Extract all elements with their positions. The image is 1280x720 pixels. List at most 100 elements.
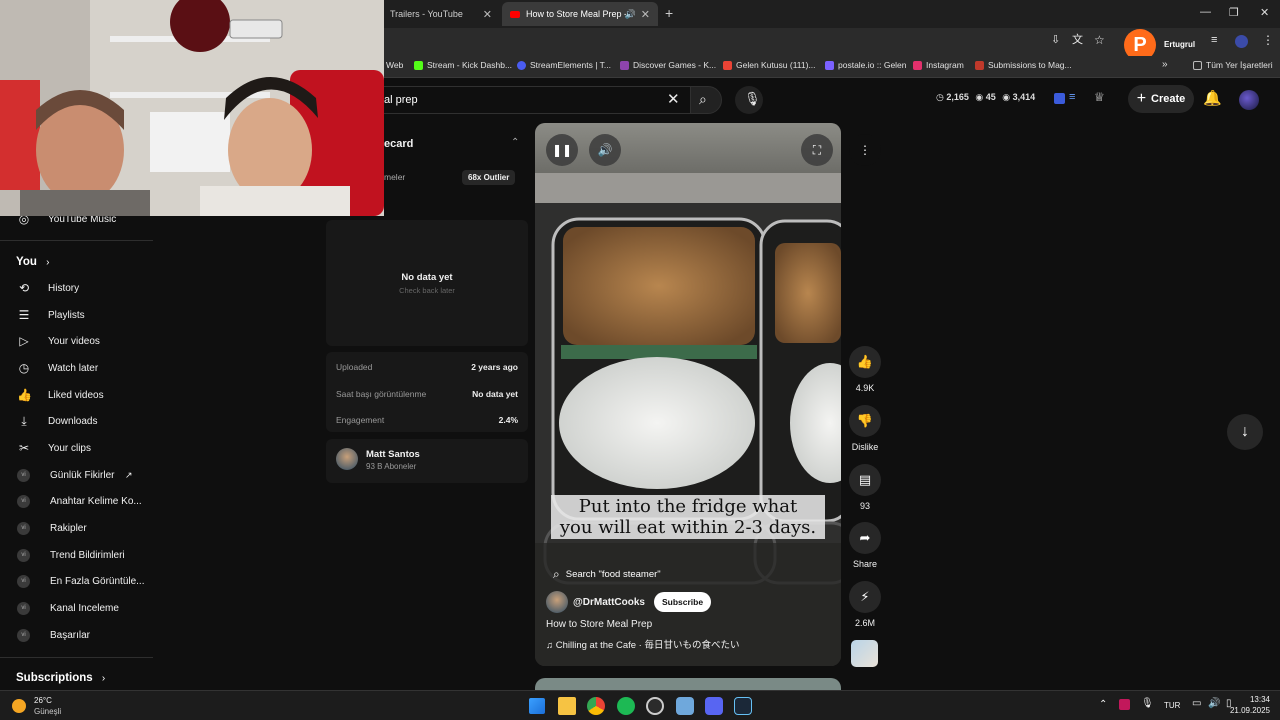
video-title[interactable]: How to Store Meal Prep xyxy=(546,619,652,630)
share-icon: ➦ xyxy=(849,522,881,554)
microphone-tray-icon[interactable]: 🎙 xyxy=(1141,698,1154,709)
windows-start-icon[interactable] xyxy=(529,698,545,714)
search-suggestion[interactable]: ⌕ Search "food steamer" xyxy=(553,567,661,582)
bookmark-gmail[interactable]: Gelen Kutusu (111)... xyxy=(723,60,816,70)
extension-tool-icon: vi xyxy=(17,468,30,482)
clock[interactable]: 13:34 21.09.2025 xyxy=(1226,694,1270,716)
no-data-card: No data yet Check back later xyxy=(326,220,528,346)
collapse-chevron-icon[interactable]: ⌃ xyxy=(511,137,519,148)
clear-search-icon[interactable]: ✕ xyxy=(667,92,680,107)
close-tab-icon[interactable]: ✕ xyxy=(483,8,492,21)
dislike-action[interactable]: 👎 Dislike xyxy=(848,405,882,452)
pause-button[interactable]: ❚❚ xyxy=(546,134,578,166)
media-control-icon[interactable]: ≡ xyxy=(1211,35,1217,46)
sidebar-item-your-videos[interactable]: ▷ Your videos xyxy=(0,328,156,354)
sidebar-item-kanal-inceleme[interactable]: vi Kanal Inceleme xyxy=(0,595,156,621)
bookmark-kick[interactable]: Stream - Kick Dashb... xyxy=(414,60,512,70)
bookmark-kick-games[interactable]: Discover Games - K... xyxy=(620,60,716,70)
your-videos-icon: ▷ xyxy=(19,334,29,348)
channel-card[interactable]: Matt Santos 93 B Aboneler xyxy=(326,439,528,483)
comments-action[interactable]: ▤ 93 xyxy=(848,464,882,511)
spotify-icon[interactable] xyxy=(617,697,635,715)
bookmark-postale[interactable]: postale.io :: Gelen xyxy=(825,60,907,70)
sidebar-item-basarilar[interactable]: vi Başarılar xyxy=(0,622,156,648)
minimize-icon[interactable]: — xyxy=(1200,6,1211,18)
restore-icon[interactable]: ❐ xyxy=(1229,6,1239,19)
display-icon[interactable]: ▭ xyxy=(1192,698,1201,709)
music-row[interactable]: ♫ Chilling at the Cafe · 毎日甘いもの食べたい xyxy=(546,637,739,651)
file-explorer-icon[interactable] xyxy=(558,697,576,715)
all-bookmarks[interactable]: Tüm Yer İşaretleri xyxy=(1193,60,1273,70)
remix-action[interactable]: ⚡ 2.6M xyxy=(848,581,882,628)
search-button[interactable]: ⌕ xyxy=(690,86,722,114)
bookmark-streamelements[interactable]: StreamElements | T... xyxy=(517,60,611,70)
trophy-icon[interactable]: ♕ xyxy=(1094,91,1105,103)
volume-tray-icon[interactable]: 🔊 xyxy=(1208,698,1220,709)
bookmark-submissions[interactable]: Submissions to Mag... xyxy=(975,60,1072,70)
folder-icon xyxy=(1193,60,1202,70)
sidebar-item-trend-bildirimleri[interactable]: vi Trend Bildirimleri xyxy=(0,542,156,568)
extension-icon[interactable] xyxy=(1054,93,1065,104)
browser-tab-meal-prep[interactable]: How to Store Meal Prep - Yo 🔊 ✕ xyxy=(502,2,658,26)
sound-thumbnail[interactable] xyxy=(851,640,878,667)
install-app-icon[interactable]: ⇩ xyxy=(1051,35,1060,46)
sidebar-item-rakipler[interactable]: vi Rakipler xyxy=(0,515,156,541)
shorts-video-player[interactable]: ❚❚ 🔊 ⛶ Put into the fridge what you will… xyxy=(535,123,841,666)
microphone-icon: 🎙 xyxy=(744,91,761,106)
more-options-button[interactable]: ⋮ xyxy=(849,134,881,166)
sidebar-item-playlists[interactable]: ☰ Playlists xyxy=(0,302,156,328)
bookmark-star-icon[interactable]: ☆ xyxy=(1094,34,1105,46)
panel-subtitle: meler xyxy=(384,172,406,182)
search-input[interactable]: al prep xyxy=(384,94,418,106)
discord-icon[interactable] xyxy=(705,697,723,715)
sidebar-item-history[interactable]: ⟲ History xyxy=(0,275,156,301)
create-button[interactable]: + Create xyxy=(1128,85,1194,113)
speaker-icon[interactable]: 🔊 xyxy=(625,9,636,20)
translate-icon[interactable]: 文 xyxy=(1072,35,1083,46)
browser-menu-icon[interactable]: ⋮ xyxy=(1262,34,1274,46)
sidebar-item-en-fazla[interactable]: vi En Fazla Görüntüle... xyxy=(0,568,156,594)
sidebar-item-gunluk-fikirler[interactable]: vi Günlük Fikirler ↗ xyxy=(0,462,156,488)
list-icon[interactable]: ≡ xyxy=(1069,92,1075,103)
sidebar-item-liked-videos[interactable]: 👍 Liked videos xyxy=(0,382,156,408)
network-app-icon[interactable] xyxy=(676,697,694,715)
sidebar-item-your-clips[interactable]: ✂ Your clips xyxy=(0,435,156,461)
volume-button[interactable]: 🔊 xyxy=(589,134,621,166)
sidebar-item-watch-later[interactable]: ◷ Watch later xyxy=(0,355,156,381)
share-action[interactable]: ➦ Share xyxy=(848,522,882,569)
channel-handle[interactable]: @DrMattCooks xyxy=(573,597,645,608)
close-tab-icon[interactable]: ✕ xyxy=(641,8,650,21)
voice-search-button[interactable]: 🎙 xyxy=(735,86,763,114)
more-bookmarks-icon[interactable]: » xyxy=(1162,59,1168,70)
search-box[interactable]: al prep ✕ xyxy=(374,86,692,114)
account-avatar[interactable] xyxy=(1239,90,1259,110)
tray-app-icon[interactable] xyxy=(1119,699,1130,710)
tray-chevron-icon[interactable]: ⌃ xyxy=(1099,699,1107,710)
browser-tab-trailers[interactable]: Trailers - YouTube ✕ xyxy=(374,2,500,26)
fullscreen-button[interactable]: ⛶ xyxy=(801,134,833,166)
scroll-down-button[interactable]: ↓ xyxy=(1227,414,1263,450)
extension-avatar[interactable] xyxy=(1235,35,1248,48)
subscribe-button[interactable]: Subscribe xyxy=(653,592,712,612)
sidebar-item-downloads[interactable]: ⤓ Downloads xyxy=(0,408,156,434)
sidebar-section-subscriptions[interactable]: Subscriptions › xyxy=(16,672,105,684)
bookmark-web[interactable]: Web xyxy=(386,60,403,70)
like-action[interactable]: 👍 4.9K xyxy=(848,346,882,393)
chrome-icon[interactable] xyxy=(587,697,605,715)
pause-icon: ❚❚ xyxy=(551,143,573,157)
close-window-icon[interactable]: ✕ xyxy=(1260,6,1269,19)
stat-row-hourly-views: Saat başı görüntülenme No data yet xyxy=(336,389,518,399)
sidebar-item-anahtar-kelime[interactable]: vi Anahtar Kelime Ko... xyxy=(0,488,156,514)
windows-taskbar: 26°C Güneşli ⌃ 🎙 TUR ▭ 🔊 ▯ 13:34 21.09.2… xyxy=(0,690,1280,720)
sidebar-section-you[interactable]: You › xyxy=(16,256,49,268)
eye-icon: ◉ xyxy=(975,92,986,102)
dislike-label: Dislike xyxy=(851,442,879,452)
obs-icon[interactable] xyxy=(646,697,664,715)
notifications-bell-icon[interactable]: 🔔 xyxy=(1203,91,1222,106)
new-tab-icon[interactable]: + xyxy=(665,5,673,21)
language-indicator[interactable]: TUR xyxy=(1164,701,1180,710)
bookmark-instagram[interactable]: Instagram xyxy=(913,60,964,70)
comment-icon: ▤ xyxy=(849,464,881,496)
steam-icon[interactable] xyxy=(734,697,752,715)
channel-avatar[interactable] xyxy=(546,591,568,613)
